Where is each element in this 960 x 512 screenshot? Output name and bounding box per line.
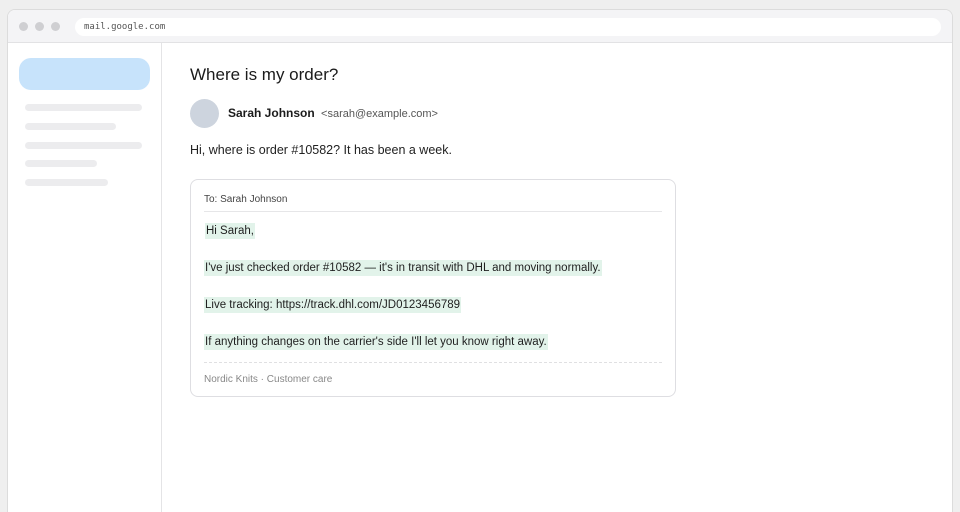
compose-button[interactable] bbox=[19, 58, 150, 90]
email-body: Hi, where is order #10582? It has been a… bbox=[190, 143, 452, 157]
reply-divider bbox=[204, 211, 662, 212]
address-bar[interactable]: mail.google.com bbox=[75, 18, 941, 36]
signature-divider bbox=[204, 362, 662, 363]
window-maximize-dot[interactable] bbox=[51, 22, 60, 31]
sender-line: Sarah Johnson <sarah@example.com> bbox=[228, 106, 438, 120]
browser-titlebar: mail.google.com bbox=[8, 10, 952, 43]
reply-compose-card[interactable]: To: Sarah Johnson Hi Sarah, I've just ch… bbox=[190, 179, 676, 397]
reply-signature: Nordic Knits · Customer care bbox=[204, 374, 333, 385]
reply-line[interactable]: If anything changes on the carrier's sid… bbox=[204, 334, 548, 350]
reply-line[interactable]: I've just checked order #10582 — it's in… bbox=[204, 260, 602, 276]
sidebar-item-placeholder[interactable] bbox=[25, 123, 116, 130]
sender-name: Sarah Johnson bbox=[228, 106, 315, 120]
sidebar-item-placeholder[interactable] bbox=[25, 160, 97, 167]
email-view: Where is my order? Sarah Johnson <sarah@… bbox=[163, 43, 952, 512]
window-minimize-dot[interactable] bbox=[35, 22, 44, 31]
reply-line[interactable]: Live tracking: https://track.dhl.com/JD0… bbox=[204, 297, 462, 313]
sidebar-item-placeholder[interactable] bbox=[25, 142, 142, 149]
sidebar bbox=[8, 43, 162, 512]
sidebar-item-placeholder[interactable] bbox=[25, 104, 142, 111]
sidebar-item-placeholder[interactable] bbox=[25, 179, 108, 186]
email-subject: Where is my order? bbox=[190, 65, 339, 84]
browser-window: mail.google.com Where is my order? Sarah… bbox=[7, 9, 953, 512]
window-close-dot[interactable] bbox=[19, 22, 28, 31]
sender-avatar bbox=[190, 99, 219, 128]
sender-email: <sarah@example.com> bbox=[321, 108, 438, 120]
reply-recipient: To: Sarah Johnson bbox=[204, 194, 288, 205]
reply-line[interactable]: Hi Sarah, bbox=[205, 223, 255, 239]
